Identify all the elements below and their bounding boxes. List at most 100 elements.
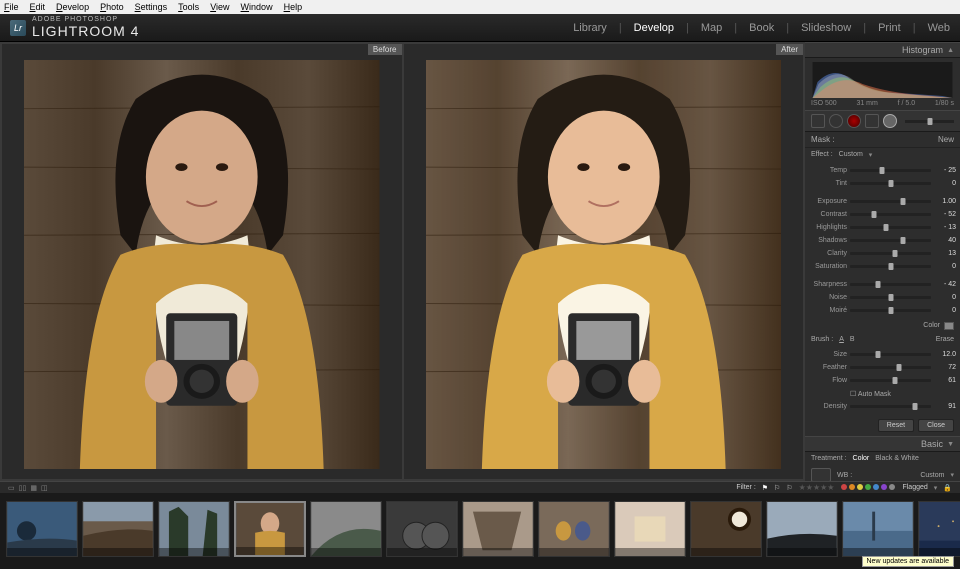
- slider-tint[interactable]: Tint0: [809, 177, 956, 190]
- menu-window[interactable]: Window: [241, 2, 273, 12]
- flag-rejected-icon[interactable]: ⚐: [786, 484, 792, 492]
- color-filter-dot[interactable]: [873, 484, 879, 490]
- slider-clarity[interactable]: Clarity13: [809, 247, 956, 260]
- filmstrip-thumb[interactable]: [158, 501, 230, 557]
- histogram[interactable]: ISO 500 31 mm f / 5.0 1/80 s: [805, 58, 960, 110]
- filmstrip-thumb[interactable]: [386, 501, 458, 557]
- redeye-tool-icon[interactable]: [847, 114, 861, 128]
- menu-help[interactable]: Help: [284, 2, 303, 12]
- menu-photo[interactable]: Photo: [100, 2, 124, 12]
- filmstrip-thumb[interactable]: [690, 501, 762, 557]
- grid-view-icon[interactable]: ▦: [30, 484, 37, 492]
- flag-unflagged-icon[interactable]: ⚐: [774, 484, 780, 492]
- filter-lock-icon[interactable]: 🔒: [943, 484, 952, 492]
- slider-saturation[interactable]: Saturation0: [809, 260, 956, 273]
- automask-checkbox[interactable]: ☐ Auto Mask: [850, 390, 891, 398]
- menu-develop[interactable]: Develop: [56, 2, 89, 12]
- survey-view-icon[interactable]: ◫: [41, 484, 48, 492]
- slider-highlights[interactable]: Highlights- 13: [809, 221, 956, 234]
- slider-value: 91: [934, 403, 956, 410]
- brush-a[interactable]: A: [839, 336, 844, 343]
- wb-preset[interactable]: Custom: [920, 472, 944, 479]
- slider-noise[interactable]: Noise0: [809, 291, 956, 304]
- slider-sharpness[interactable]: Sharpness- 42: [809, 278, 956, 291]
- treatment-color[interactable]: Color: [853, 455, 870, 462]
- histogram-focal: 31 mm: [856, 100, 877, 107]
- filmstrip-thumb[interactable]: [6, 501, 78, 557]
- slider-shadows[interactable]: Shadows40: [809, 234, 956, 247]
- color-filter-dot[interactable]: [865, 484, 871, 490]
- filmstrip-thumb[interactable]: [918, 501, 960, 557]
- brush-slider-flow[interactable]: Flow61: [809, 374, 956, 387]
- filmstrip-thumb[interactable]: [766, 501, 838, 557]
- filter-preset-flagged[interactable]: Flagged: [902, 484, 927, 491]
- chevron-down-icon[interactable]: ▾: [950, 471, 954, 479]
- rating-filter[interactable]: ★★★★★: [799, 483, 835, 492]
- slider-label: Contrast: [809, 211, 847, 218]
- filmstrip[interactable]: [0, 493, 960, 565]
- flag-filter-icon[interactable]: ⚑: [762, 484, 768, 492]
- color-filter-dot[interactable]: [841, 484, 847, 490]
- color-filter-dot[interactable]: [849, 484, 855, 490]
- color-filter-dot[interactable]: [889, 484, 895, 490]
- filmstrip-thumb[interactable]: [462, 501, 534, 557]
- filmstrip-thumb[interactable]: [82, 501, 154, 557]
- white-balance-picker-icon[interactable]: [811, 468, 831, 481]
- filmstrip-thumb[interactable]: [310, 501, 382, 557]
- brush-slider-density[interactable]: Density91: [809, 400, 956, 413]
- view-mode-icons: ▭ ▯▯ ▦ ◫: [8, 484, 48, 492]
- color-filter-dot[interactable]: [857, 484, 863, 490]
- after-panel[interactable]: After: [404, 44, 804, 479]
- adjustment-brush-icon[interactable]: [883, 114, 897, 128]
- filmstrip-thumb[interactable]: [614, 501, 686, 557]
- module-picker: Library| Develop| Map| Book| Slideshow| …: [573, 22, 950, 34]
- graduated-filter-icon[interactable]: [865, 114, 879, 128]
- menu-settings[interactable]: Settings: [135, 2, 168, 12]
- slider-contrast[interactable]: Contrast- 52: [809, 208, 956, 221]
- update-toast[interactable]: New updates are available: [862, 556, 955, 567]
- brush-slider-feather[interactable]: Feather72: [809, 361, 956, 374]
- after-photo: [404, 44, 804, 479]
- wb-label: WB :: [837, 472, 852, 479]
- slider-moiré[interactable]: Moiré0: [809, 304, 956, 317]
- brush-erase[interactable]: Erase: [936, 336, 954, 343]
- module-web[interactable]: Web: [928, 22, 950, 34]
- slider-exposure[interactable]: Exposure1.00: [809, 195, 956, 208]
- filmstrip-thumb[interactable]: [234, 501, 306, 557]
- basic-header[interactable]: Basic▼: [805, 436, 960, 452]
- chevron-down-icon[interactable]: ▾: [869, 151, 873, 159]
- module-slideshow[interactable]: Slideshow: [801, 22, 851, 34]
- loupe-view-icon[interactable]: ▭: [8, 484, 15, 492]
- before-panel[interactable]: Before: [2, 44, 402, 479]
- slider-temp[interactable]: Temp- 25: [809, 164, 956, 177]
- module-print[interactable]: Print: [878, 22, 901, 34]
- chevron-down-icon[interactable]: ▾: [934, 484, 938, 492]
- module-library[interactable]: Library: [573, 22, 607, 34]
- close-button[interactable]: Close: [918, 419, 954, 432]
- module-map[interactable]: Map: [701, 22, 722, 34]
- brush-slider-size[interactable]: Size12.0: [809, 348, 956, 361]
- effect-custom[interactable]: Custom: [839, 151, 863, 159]
- crop-tool-icon[interactable]: [811, 114, 825, 128]
- slider-label: Noise: [809, 294, 847, 301]
- brush-b[interactable]: B: [850, 336, 855, 343]
- color-swatch[interactable]: [944, 322, 954, 330]
- module-develop[interactable]: Develop: [634, 22, 674, 34]
- histogram-header[interactable]: Histogram▲: [805, 42, 960, 58]
- menu-file[interactable]: File: [4, 2, 19, 12]
- compare-view-icon[interactable]: ▯▯: [19, 484, 27, 492]
- slider-label: Moiré: [809, 307, 847, 314]
- filmstrip-thumb[interactable]: [842, 501, 914, 557]
- color-filter-dot[interactable]: [881, 484, 887, 490]
- mask-new[interactable]: New: [938, 135, 954, 144]
- color-label-filter[interactable]: [840, 484, 896, 492]
- filmstrip-thumb[interactable]: [538, 501, 610, 557]
- module-book[interactable]: Book: [749, 22, 774, 34]
- spot-removal-icon[interactable]: [829, 114, 843, 128]
- menu-tools[interactable]: Tools: [178, 2, 199, 12]
- effect-label: Effect :: [811, 151, 833, 159]
- treatment-bw[interactable]: Black & White: [875, 455, 919, 462]
- menu-edit[interactable]: Edit: [30, 2, 46, 12]
- menu-view[interactable]: View: [210, 2, 229, 12]
- reset-button[interactable]: Reset: [878, 419, 914, 432]
